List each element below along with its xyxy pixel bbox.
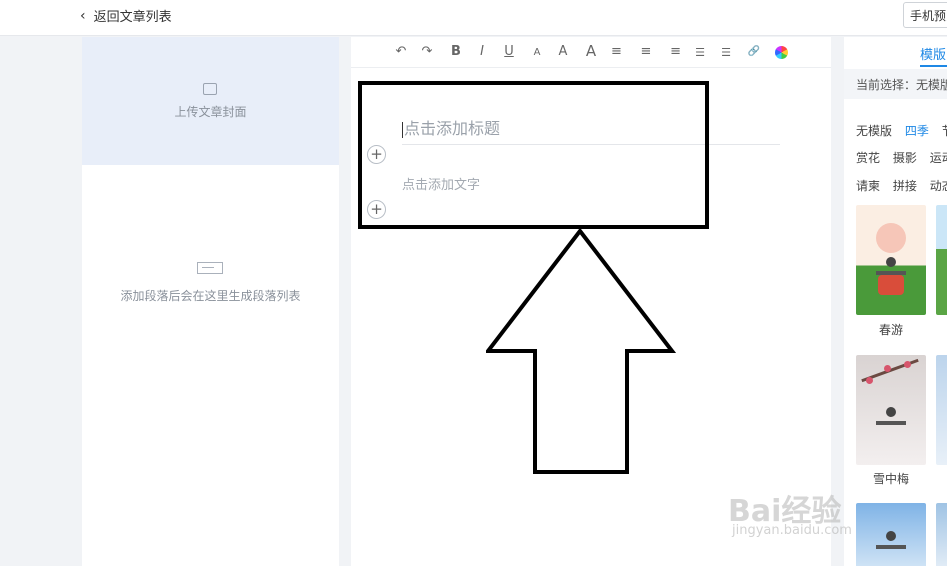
avatar <box>886 531 896 541</box>
back-label: 返回文章列表 <box>93 10 172 25</box>
redo-icon[interactable]: ↷ <box>419 44 435 59</box>
caption-bar <box>876 545 906 549</box>
category-none[interactable]: 无模版 <box>856 122 892 139</box>
ordered-list-icon[interactable]: ☰ <box>692 46 708 59</box>
illustration <box>878 275 904 295</box>
annotation-highlight-box <box>358 81 709 229</box>
align-left-icon[interactable]: ≡ <box>611 44 627 59</box>
left-panel: 上传文章封面 添加段落后会在这里生成段落列表 <box>82 37 339 566</box>
category-sports[interactable]: 运动 <box>930 149 947 166</box>
illustration <box>904 361 911 368</box>
template-label: 雪中梅 <box>872 472 909 486</box>
chevron-left-icon: ‹ <box>80 7 86 24</box>
template-label: 春游 <box>878 323 903 337</box>
underline-icon[interactable]: U <box>501 44 517 59</box>
category-festival[interactable]: 节 <box>942 122 947 139</box>
illustration <box>866 377 873 384</box>
category-photography[interactable]: 摄影 <box>893 149 917 166</box>
category-animated[interactable]: 动态 <box>930 177 947 194</box>
category-row: 请柬 拼接 动态 <box>856 177 947 194</box>
font-small-icon[interactable]: A <box>529 47 545 58</box>
paragraph-list-hint: 添加段落后会在这里生成段落列表 <box>120 289 301 303</box>
avatar <box>886 407 896 417</box>
align-center-icon[interactable]: ≡ <box>638 44 654 59</box>
upload-cover-label: 上传文章封面 <box>174 105 247 119</box>
caption-bar <box>876 421 906 425</box>
formatting-toolbar: ↶ ↷ B I U A A A ≡ ≡ ≡ ☰ ☰ 🔗 <box>351 37 831 68</box>
template-thumbnail-winter[interactable] <box>856 503 926 566</box>
current-selection: 当前选择：无模版 <box>844 69 947 99</box>
italic-icon[interactable]: I <box>474 44 490 59</box>
bold-icon[interactable]: B <box>448 44 464 59</box>
category-collage[interactable]: 拼接 <box>893 177 917 194</box>
paragraph-icon <box>197 262 223 274</box>
template-thumbnail-plum[interactable] <box>856 355 926 465</box>
template-thumbnail-spring[interactable] <box>856 205 926 315</box>
illustration <box>876 223 906 253</box>
baidu-watermark-url: jingyan.baidu.com <box>732 523 852 538</box>
active-tab-indicator <box>920 65 947 67</box>
link-icon[interactable]: 🔗 <box>746 46 762 57</box>
mobile-preview-button[interactable]: 手机预览 <box>903 2 947 28</box>
font-medium-icon[interactable]: A <box>555 44 571 59</box>
category-seasons[interactable]: 四季 <box>905 122 929 139</box>
color-picker-icon[interactable] <box>775 46 788 59</box>
template-thumbnail-partial[interactable] <box>936 503 947 566</box>
annotation-up-arrow-icon <box>486 229 676 474</box>
illustration <box>884 365 891 372</box>
unordered-list-icon[interactable]: ☰ <box>718 46 734 59</box>
template-panel: 模版 当前选择：无模版 无模版 四季 节 赏花 摄影 运动 请柬 拼接 动态 春… <box>844 37 947 566</box>
upload-cover-area[interactable]: 上传文章封面 <box>82 37 339 165</box>
category-flowers[interactable]: 赏花 <box>856 149 880 166</box>
undo-icon[interactable]: ↶ <box>393 44 409 59</box>
back-to-list-link[interactable]: ‹ 返回文章列表 <box>80 6 172 26</box>
tab-template[interactable]: 模版 <box>920 44 946 63</box>
image-icon <box>203 83 217 95</box>
template-thumbnail-partial[interactable] <box>936 355 947 465</box>
font-large-icon[interactable]: A <box>583 42 599 60</box>
template-thumbnail-partial[interactable] <box>936 205 947 315</box>
avatar <box>886 257 896 267</box>
align-right-icon[interactable]: ≡ <box>665 44 681 59</box>
category-row: 赏花 摄影 运动 <box>856 149 947 166</box>
top-bar: ‹ 返回文章列表 手机预览 <box>0 0 947 36</box>
category-invitation[interactable]: 请柬 <box>856 177 880 194</box>
category-row: 无模版 四季 节 <box>856 122 947 139</box>
